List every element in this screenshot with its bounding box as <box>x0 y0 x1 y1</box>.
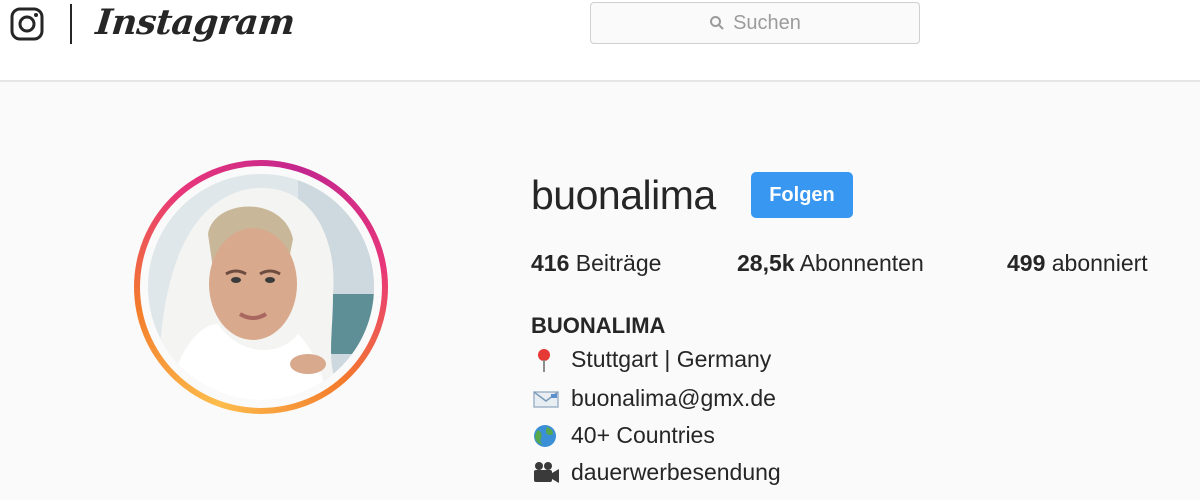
bio-location: Stuttgart | Germany <box>531 346 771 373</box>
stat-followers-label: Abonnenten <box>799 250 924 276</box>
stat-following-value: 499 <box>1007 250 1046 276</box>
bio-video: dauerwerbesendung <box>531 459 781 486</box>
stat-posts-label: Beiträge <box>575 250 662 276</box>
bio-countries: 40+ Countries <box>531 422 715 449</box>
profile-display-name: BUONALIMA <box>531 313 666 338</box>
search-placeholder: Suchen <box>733 11 801 34</box>
search-icon <box>710 16 724 30</box>
instagram-camera-icon[interactable] <box>10 7 44 41</box>
avatar-gap <box>140 166 382 408</box>
search-input[interactable]: Suchen <box>590 2 920 44</box>
story-ring[interactable] <box>134 160 388 414</box>
top-navigation-bar: Instagram Suchen <box>0 0 1200 82</box>
bio-countries-text: 40+ Countries <box>571 422 715 448</box>
stat-following-label: abonniert <box>1051 250 1148 276</box>
logo-divider <box>70 4 72 44</box>
bio-email-text[interactable]: buonalima@gmx.de <box>571 385 776 412</box>
follow-button[interactable]: Folgen <box>751 172 853 218</box>
stat-posts-value: 416 <box>531 250 570 276</box>
bio-email: buonalima@gmx.de <box>531 385 776 412</box>
bio-location-text: Stuttgart | Germany <box>571 346 772 372</box>
avatar[interactable] <box>148 174 374 400</box>
profile-username: buonalima <box>531 172 716 218</box>
globe-icon <box>534 424 556 447</box>
instagram-wordmark[interactable]: Instagram <box>94 2 297 43</box>
video-camera-icon <box>534 461 559 483</box>
pin-icon <box>538 348 550 372</box>
bio-video-text: dauerwerbesendung <box>571 459 781 485</box>
stat-posts[interactable]: 416 Beiträge <box>531 250 661 277</box>
stat-followers[interactable]: 28,5k Abonnenten <box>737 250 924 277</box>
stat-following[interactable]: 499 abonniert <box>1007 250 1148 277</box>
stat-followers-value: 28,5k <box>737 250 795 276</box>
envelope-icon <box>533 390 559 408</box>
